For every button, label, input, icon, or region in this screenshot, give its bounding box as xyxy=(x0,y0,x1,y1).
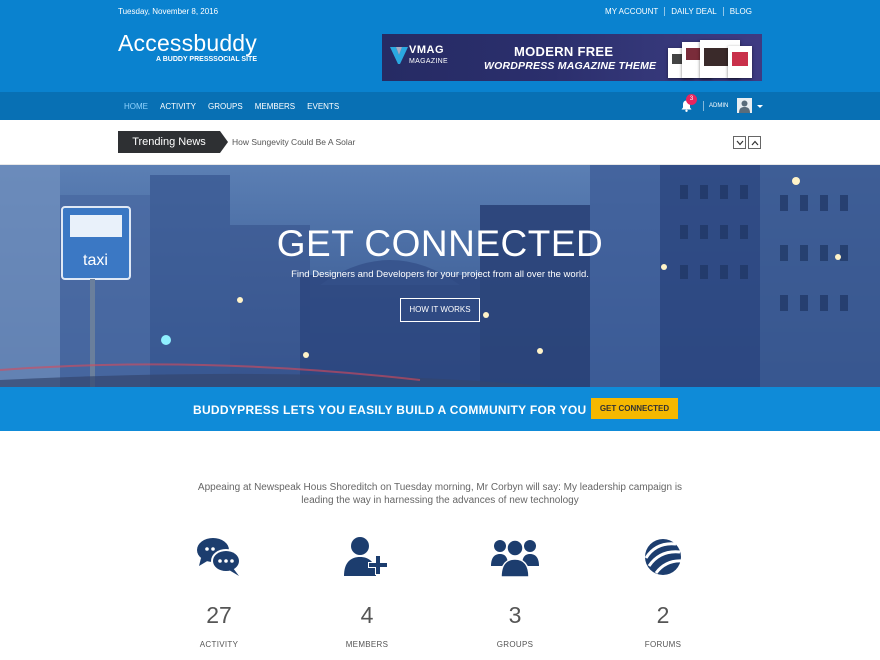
top-bar: Tuesday, November 8, 2016 MY ACCOUNT DAI… xyxy=(0,0,880,22)
banner-screenshot xyxy=(728,46,752,78)
hero-subtitle: Find Designers and Developers for your p… xyxy=(291,269,589,280)
nav-item-events[interactable]: EVENTS xyxy=(301,102,345,111)
current-date: Tuesday, November 8, 2016 xyxy=(118,7,219,16)
trending-bar: Trending News How Sungevity Could Be A S… xyxy=(0,120,880,165)
stat-label: FORUMS xyxy=(644,640,682,649)
trending-headline[interactable]: How Sungevity Could Be A Solar xyxy=(232,137,355,147)
site-name: Accessbuddy xyxy=(118,30,257,56)
nav-item-members[interactable]: MEMBERS xyxy=(249,102,301,111)
user-menu-chevron-down-icon[interactable] xyxy=(757,105,763,108)
user-name[interactable]: ADMIN xyxy=(709,103,728,109)
hero-title: GET CONNECTED xyxy=(276,223,604,264)
trending-label: Trending News xyxy=(118,131,228,153)
get-connected-button[interactable]: GET CONNECTED xyxy=(591,398,678,419)
nav-menu: HOME ACTIVITY GROUPS MEMBERS EVENTS xyxy=(118,92,345,120)
user-avatar-icon xyxy=(739,100,750,113)
group-icon xyxy=(491,539,539,578)
intro-text: Appeaing at Newspeak Hous Shoreditch on … xyxy=(197,482,683,506)
chevron-up-icon xyxy=(751,140,759,146)
chat-bubbles-icon xyxy=(197,538,241,576)
site-tagline: A BUDDY PRESSSOCIAL SITE xyxy=(155,56,257,63)
stat-label: GROUPS xyxy=(496,640,534,649)
my-account-link[interactable]: MY ACCOUNT xyxy=(599,7,664,16)
stat-groups[interactable]: 3 GROUPS xyxy=(455,536,575,649)
stat-label: ACTIVITY xyxy=(199,640,239,649)
top-links: MY ACCOUNT DAILY DEAL BLOG xyxy=(599,7,758,16)
stat-activity[interactable]: 27 ACTIVITY xyxy=(159,536,279,649)
banner-brand: VMAG xyxy=(409,44,444,56)
daily-deal-link[interactable]: DAILY DEAL xyxy=(664,7,723,16)
stat-value: 3 xyxy=(508,602,522,628)
hero-section: taxi GET CONNECTED Find Designers and De… xyxy=(0,165,880,387)
cta-text: BUDDYPRESS LETS YOU EASILY BUILD A COMMU… xyxy=(193,403,587,417)
notification-count-badge: 3 xyxy=(686,94,697,105)
nav-item-groups[interactable]: GROUPS xyxy=(202,102,249,111)
banner-headline: MODERN FREE xyxy=(514,44,614,59)
nav-divider xyxy=(703,101,704,111)
stat-value: 27 xyxy=(206,602,232,628)
site-logo[interactable]: Accessbuddy A BUDDY PRESSSOCIAL SITE xyxy=(118,30,257,63)
ticker-down-button[interactable] xyxy=(733,136,746,149)
chevron-down-icon xyxy=(736,140,744,146)
vmag-logo-icon xyxy=(390,47,408,64)
ticker-up-button[interactable] xyxy=(748,136,761,149)
stat-value: 4 xyxy=(360,602,374,628)
cta-bar: BUDDYPRESS LETS YOU EASILY BUILD A COMMU… xyxy=(0,387,880,431)
add-user-icon xyxy=(344,537,388,576)
avatar[interactable] xyxy=(737,98,752,113)
stat-members[interactable]: 4 MEMBERS xyxy=(307,536,427,649)
stat-label: MEMBERS xyxy=(345,640,389,649)
nav-item-home[interactable]: HOME xyxy=(118,102,154,111)
stat-value: 2 xyxy=(656,602,670,628)
ad-banner[interactable]: VMAG MAGAZINE MODERN FREE WORDPRESS MAGA… xyxy=(382,34,762,81)
how-it-works-button[interactable]: HOW IT WORKS xyxy=(400,298,480,322)
main-nav: HOME ACTIVITY GROUPS MEMBERS EVENTS 3 AD… xyxy=(0,92,880,120)
nav-item-activity[interactable]: ACTIVITY xyxy=(154,102,202,111)
site-header: Accessbuddy A BUDDY PRESSSOCIAL SITE VMA… xyxy=(0,22,880,92)
banner-subheadline: WORDPRESS MAGAZINE THEME xyxy=(484,60,657,72)
forum-icon xyxy=(644,539,683,575)
stat-forums[interactable]: 2 FORUMS xyxy=(603,536,723,649)
banner-brand-sub: MAGAZINE xyxy=(409,58,448,65)
blog-link[interactable]: BLOG xyxy=(722,7,758,16)
